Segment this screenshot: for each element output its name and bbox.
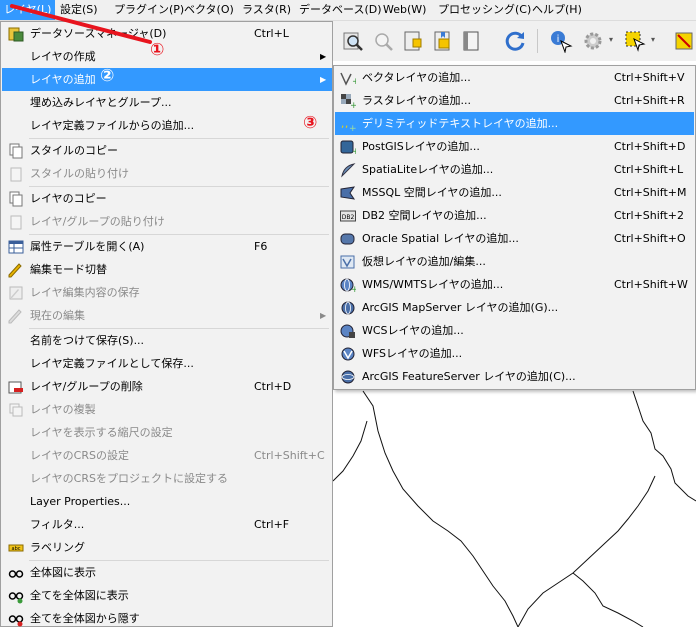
annotation-step-3: ③	[303, 113, 318, 133]
annotation-step-1: ①	[150, 40, 165, 60]
annotation-arrow	[10, 4, 152, 44]
annotation-step-2: ②	[100, 66, 115, 86]
